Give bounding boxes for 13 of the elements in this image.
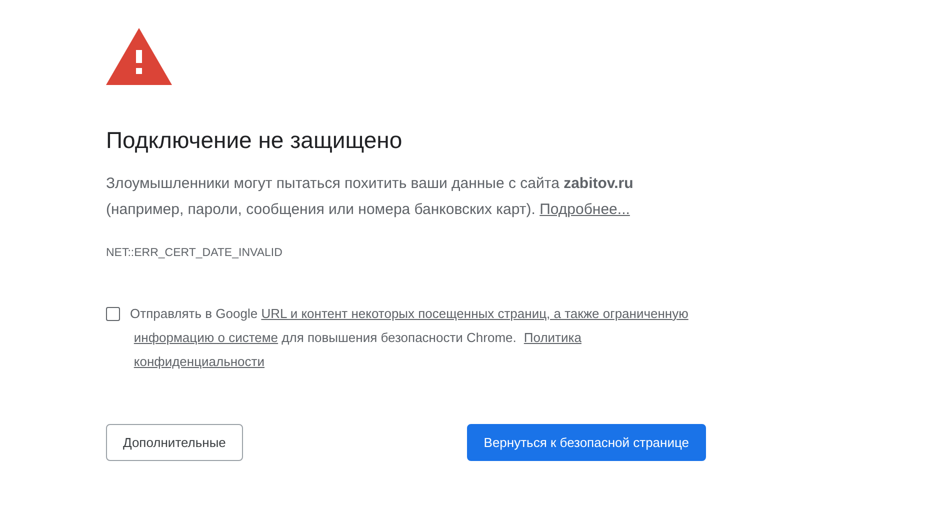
warning-message: Злоумышленники могут пытаться похитить ваши данные с сайта zabitov.ru (например, пароли, сообщения или номера банковских карт). Подробнее...	[106, 174, 634, 220]
link[interactable]: конфиденциальности	[134, 350, 265, 374]
opt-in-text: Отправлять в Google URL и контент некоторых посещенных страниц, а также ограниченную информацию о системе для повышения безопасности Chrome. Политика конфиденциальности	[130, 302, 700, 374]
back-button[interactable]: Вернуться к безопасной странице	[466, 424, 706, 462]
checkbox[interactable]	[106, 306, 120, 321]
link[interactable]: Политика	[524, 326, 582, 350]
error-code: NET::ERR_CERT_DATE_INVALID	[106, 246, 284, 261]
advanced-button[interactable]: Дополнительные	[106, 424, 243, 462]
page-title: Подключение не защищено	[106, 127, 404, 155]
link[interactable]: информацию о системе	[134, 326, 278, 350]
link[interactable]: Подробнее...	[540, 200, 630, 218]
link[interactable]: URL и контент некоторых посещенных страниц, а также ограниченную	[261, 302, 688, 326]
warning-icon	[106, 28, 172, 85]
